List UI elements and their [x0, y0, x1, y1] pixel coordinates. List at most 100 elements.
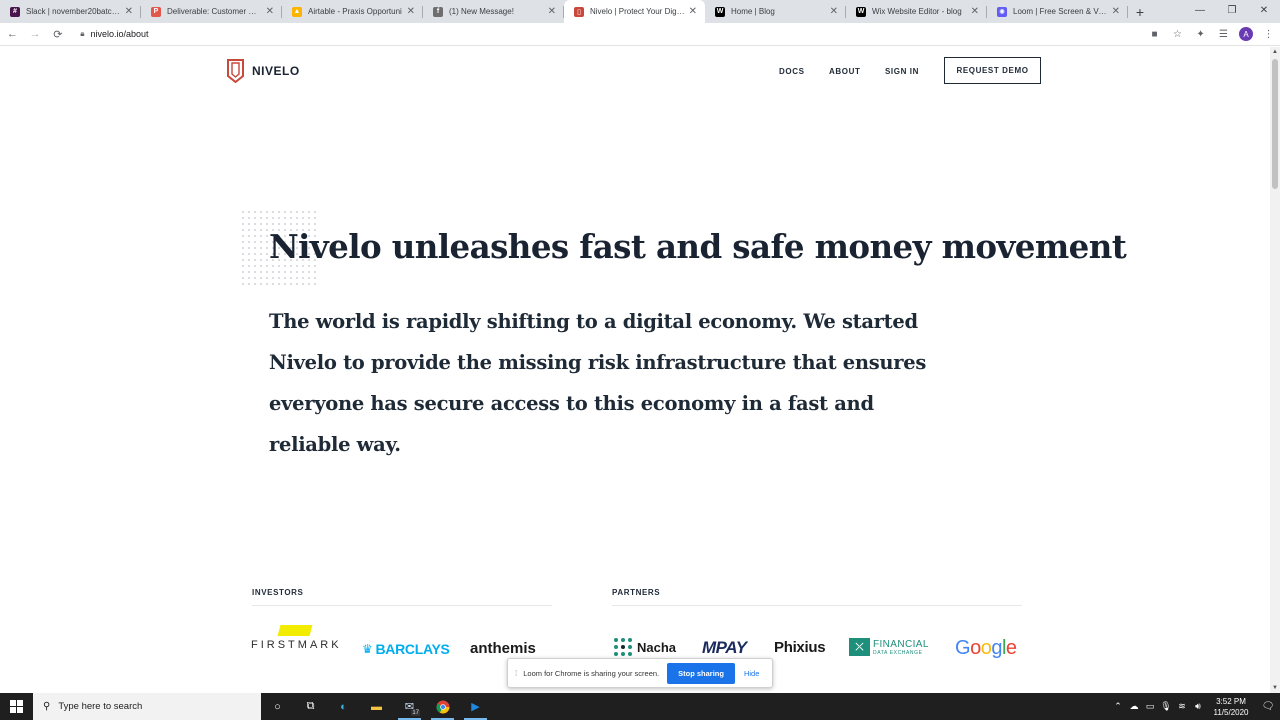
loom-sharing-bar: ⁞ Loom for Chrome is sharing your screen… — [507, 658, 773, 688]
barclays-wordmark: BARCLAYS — [375, 641, 450, 657]
edge-browser-icon[interactable]: ◐ — [327, 693, 360, 720]
tab-close-icon[interactable]: ✕ — [548, 6, 556, 17]
scroll-down-icon[interactable]: ▼ — [1270, 683, 1280, 693]
tab-title: Slack | november20batch-c — [26, 7, 121, 16]
google-letter: e — [1005, 637, 1017, 659]
mail-icon[interactable]: ✉ 17 — [393, 693, 426, 720]
google-letter: o — [980, 637, 992, 659]
stop-sharing-button[interactable]: Stop sharing — [667, 662, 735, 684]
loom-sharing-message: Loom for Chrome is sharing your screen. — [523, 668, 660, 678]
brand-name: NIVELO — [252, 64, 300, 78]
media-queue-icon[interactable]: ☰ — [1212, 24, 1235, 44]
tray-expand-icon[interactable]: ⌃ — [1110, 701, 1126, 712]
browser-tab[interactable]: f (1) New Message! ✕ — [423, 0, 564, 23]
anthemis-logo: anthemis — [470, 640, 536, 657]
browser-tab[interactable]: P Deliverable: Customer Succ ✕ — [141, 0, 282, 23]
fdx-subtitle: DATA EXCHANGE — [873, 649, 923, 656]
back-icon[interactable]: ← — [2, 23, 23, 45]
site-logo[interactable]: NIVELO — [227, 59, 300, 83]
file-explorer-icon[interactable]: ▬ — [360, 693, 393, 720]
camera-icon[interactable]: ■ — [1143, 24, 1166, 44]
address-bar[interactable]: 🔒︎ nivelo.io/about — [72, 25, 1137, 44]
taskbar-clock[interactable]: 3:52 PM 11/5/2020 — [1206, 696, 1256, 718]
lock-icon: 🔒︎ — [80, 29, 85, 38]
google-wordmark: Google — [955, 637, 1017, 660]
drag-handle-icon[interactable]: ⁞ — [515, 669, 517, 678]
tab-title: Wix Website Editor - blog — [872, 7, 962, 16]
start-button[interactable] — [0, 693, 33, 720]
tab-close-icon[interactable]: ✕ — [266, 6, 274, 17]
barclays-logo: ♛ BARCLAYS — [362, 641, 450, 657]
browser-tab-strip: # Slack | november20batch-c ✕ P Deliverable:… — [0, 0, 1280, 23]
url-text: nivelo.io/about — [90, 29, 149, 39]
tab-title: Nivelo | Protect Your Digital — [590, 7, 685, 16]
wifi-icon[interactable]: ≋ — [1174, 701, 1190, 712]
chrome-icon[interactable] — [426, 693, 459, 720]
task-view-icon[interactable]: ⧉ — [294, 693, 327, 720]
minimize-icon[interactable]: — — [1184, 0, 1216, 20]
tab-close-icon[interactable]: ✕ — [830, 6, 838, 17]
nacha-wordmark: Nacha — [637, 639, 677, 655]
extensions-icon[interactable]: ✦ — [1189, 24, 1212, 44]
partners-heading: PARTNERS — [612, 588, 661, 597]
page-scrollbar[interactable]: ▲ ▼ — [1270, 47, 1280, 693]
tab-close-icon[interactable]: ✕ — [1112, 6, 1120, 17]
bookmark-star-icon[interactable]: ☆ — [1166, 24, 1189, 44]
tab-favicon-icon: ▯ — [574, 6, 584, 17]
cortana-icon[interactable]: ○ — [261, 693, 294, 720]
tab-favicon-icon: W — [856, 6, 866, 17]
volume-icon[interactable]: 🔊︎ — [1190, 701, 1206, 712]
tab-title: Airtable - Praxis Opportuni — [308, 7, 402, 16]
tab-close-icon[interactable]: ✕ — [407, 6, 415, 17]
taskbar-search-box[interactable]: ⚲ Type here to search — [33, 693, 261, 720]
scroll-up-icon[interactable]: ▲ — [1270, 47, 1280, 57]
page-viewport: NIVELO DOCS ABOUT SIGN IN REQUEST DEMO N… — [0, 47, 1270, 693]
microphone-icon[interactable]: 🎙︎ — [1158, 701, 1174, 712]
tab-close-icon[interactable]: ✕ — [689, 6, 697, 17]
firstmark-wordmark: FIRSTMARK — [251, 639, 342, 651]
browser-tab[interactable]: ▲ Airtable - Praxis Opportuni ✕ — [282, 0, 423, 23]
request-demo-button[interactable]: REQUEST DEMO — [944, 57, 1041, 84]
tab-favicon-icon: W — [715, 6, 725, 17]
browser-tab[interactable]: # Slack | november20batch-c ✕ — [0, 0, 141, 23]
browser-tab[interactable]: ▯ Nivelo | Protect Your Digital ✕ — [564, 0, 705, 23]
nacha-dots-icon — [614, 638, 632, 656]
nacha-logo: Nacha — [613, 637, 676, 657]
nav-sign-in-link[interactable]: SIGN IN — [885, 67, 919, 76]
hide-button[interactable]: Hide — [744, 669, 759, 678]
investors-divider — [252, 605, 552, 606]
browser-tab[interactable]: W Wix Website Editor - blog ✕ — [846, 0, 987, 23]
tab-separator — [1127, 6, 1128, 18]
nivelo-shield-icon — [227, 59, 244, 83]
profile-avatar[interactable]: A — [1239, 27, 1254, 41]
nav-docs-link[interactable]: DOCS — [779, 67, 805, 76]
restore-icon[interactable]: ❐ — [1216, 0, 1248, 20]
taskbar-search-placeholder: Type here to search — [58, 701, 143, 712]
tab-favicon-icon: P — [151, 6, 161, 17]
battery-icon[interactable]: ▭ — [1142, 701, 1158, 712]
browser-tab[interactable]: ✺ Loom | Free Screen & Video ✕ — [987, 0, 1128, 23]
nav-about-link[interactable]: ABOUT — [829, 67, 860, 76]
chrome-logo-icon — [436, 700, 449, 713]
reload-icon[interactable]: ⟳ — [47, 23, 68, 45]
media-app-icon[interactable]: ▶ — [459, 693, 492, 720]
firstmark-logo: FIRSTMARK — [251, 625, 342, 651]
tab-close-icon[interactable]: ✕ — [971, 6, 979, 17]
scrollbar-thumb[interactable] — [1272, 59, 1278, 189]
menu-kebab-icon[interactable]: ⋮ — [1257, 24, 1280, 44]
fdx-wordmark: FINANCIAL — [873, 638, 929, 650]
windows-taskbar: ⚲ Type here to search ○ ⧉ ◐ ▬ ✉ 17 ▶ ⌃ ☁ … — [0, 693, 1280, 720]
tab-close-icon[interactable]: ✕ — [125, 6, 133, 17]
page-headline: Nivelo unleashes fast and safe money mov… — [269, 227, 1127, 266]
notification-center-icon[interactable]: 🗨︎ — [1256, 701, 1280, 712]
clock-date: 11/5/2020 — [1213, 707, 1249, 717]
forward-icon[interactable]: → — [25, 23, 46, 45]
tab-favicon-icon: ▲ — [292, 6, 302, 17]
tab-favicon-icon: # — [10, 6, 20, 17]
browser-tab[interactable]: W Home | Blog ✕ — [705, 0, 846, 23]
onedrive-icon[interactable]: ☁ — [1126, 701, 1142, 712]
close-window-icon[interactable]: ✕ — [1248, 0, 1280, 20]
new-tab-button[interactable]: + — [1128, 0, 1152, 23]
firstmark-mark-icon — [277, 625, 313, 636]
windows-logo-icon — [10, 700, 23, 713]
